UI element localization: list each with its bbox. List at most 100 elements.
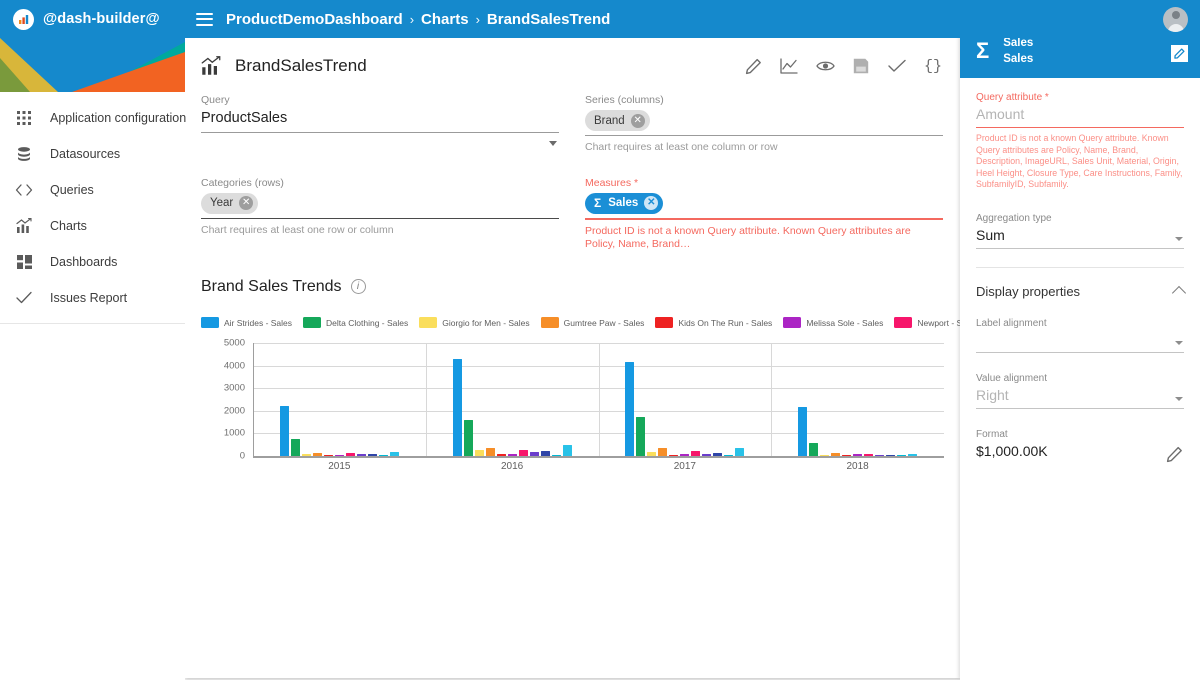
chevron-down-icon[interactable] xyxy=(1175,341,1183,346)
legend-item[interactable]: Giorgio for Men - Sales xyxy=(419,317,530,329)
breadcrumb-item-charts[interactable]: Charts xyxy=(421,11,469,28)
chip-label: Brand xyxy=(594,114,625,127)
legend-swatch xyxy=(783,317,802,329)
sidebar-item-application-configuration[interactable]: Application configuration xyxy=(0,100,186,136)
bar[interactable] xyxy=(290,438,300,457)
label-alignment-field[interactable]: Label alignment xyxy=(976,318,1184,354)
measure-identity: Σ Sales Sales xyxy=(976,36,1033,66)
dashboard-tiles-icon xyxy=(14,252,34,272)
bar-chart-icon xyxy=(201,55,223,77)
value-alignment-label: Value alignment xyxy=(976,373,1047,385)
y-axis-tick-label: 4000 xyxy=(223,360,245,372)
chevron-down-icon[interactable] xyxy=(549,140,557,146)
line-chart-icon[interactable] xyxy=(778,55,800,77)
series-chips: Brand ✕ xyxy=(585,110,943,135)
measures-underline xyxy=(585,217,943,220)
bar[interactable] xyxy=(463,420,473,457)
chip-remove-icon[interactable]: ✕ xyxy=(239,196,254,211)
legend-label: Kids On The Run - Sales xyxy=(678,317,773,328)
chart-bars xyxy=(253,343,944,457)
breadcrumb-item-current: BrandSalesTrend xyxy=(486,10,611,28)
sidebar-item-datasources[interactable]: Datasources xyxy=(0,136,185,172)
bar[interactable] xyxy=(809,442,819,457)
chip-remove-icon[interactable]: ✕ xyxy=(644,196,659,211)
sidebar-item-label: Dashboards xyxy=(50,255,118,269)
legend-item[interactable]: Air Strides - Sales xyxy=(201,317,292,329)
chip-remove-icon[interactable]: ✕ xyxy=(630,113,645,128)
series-field[interactable]: Series (columns) Brand ✕ Chart requires … xyxy=(585,94,943,155)
chip-brand[interactable]: Brand ✕ xyxy=(585,110,650,131)
legend-item[interactable]: Delta Clothing - Sales xyxy=(303,317,408,329)
chevron-down-icon[interactable] xyxy=(1175,397,1183,402)
edit-pencil-icon[interactable] xyxy=(1166,446,1184,464)
chip-sales-measure[interactable]: Σ Sales ✕ xyxy=(585,192,664,214)
y-axis-tick-label: 0 xyxy=(239,450,245,462)
categories-field[interactable]: Categories (rows) Year ✕ Chart requires … xyxy=(201,177,559,252)
legend-item[interactable]: Melissa Sole - Sales xyxy=(783,317,883,329)
sidebar-item-dashboards[interactable]: Dashboards xyxy=(0,244,185,280)
info-circle-icon[interactable]: i xyxy=(350,279,366,295)
check-icon[interactable] xyxy=(886,55,908,77)
properties-panel-body: Query attribute * Amount Product ID is n… xyxy=(960,78,1200,464)
format-field[interactable]: Format $1,000.00K xyxy=(976,429,1184,464)
breadcrumb-item-dashboard[interactable]: ProductDemoDashboard xyxy=(226,11,403,28)
sidebar-item-issues-report[interactable]: Issues Report xyxy=(0,280,185,316)
bar-group xyxy=(253,343,426,457)
bar[interactable] xyxy=(798,406,808,457)
categories-label: Categories (rows) xyxy=(201,176,284,189)
database-icon xyxy=(14,144,34,164)
chevron-down-icon[interactable] xyxy=(1175,237,1183,242)
brand-zone[interactable]: @dash-builder@ xyxy=(0,0,185,38)
measure-name-secondary: Sales xyxy=(1003,52,1034,65)
aggregation-type-underline xyxy=(976,248,1184,250)
y-axis-tick-label: 2000 xyxy=(223,405,245,417)
json-braces-icon[interactable]: {} xyxy=(922,55,944,77)
label-alignment-value xyxy=(976,332,1184,352)
display-properties-section[interactable]: Display properties xyxy=(976,268,1187,314)
bar-group xyxy=(426,343,599,457)
chart-title: Brand Sales Trends xyxy=(201,277,342,295)
chip-label: Sales xyxy=(608,197,639,210)
sidebar-item-label: Charts xyxy=(50,219,87,233)
chart-config-form: Query ProductSales Series (columns) Bran… xyxy=(185,94,960,252)
hamburger-menu-icon[interactable] xyxy=(196,12,213,26)
aggregation-type-label: Aggregation type xyxy=(976,213,1052,225)
bar[interactable] xyxy=(636,417,646,457)
measures-field[interactable]: Measures * Σ Sales ✕ Product ID is not a… xyxy=(585,177,943,252)
legend-swatch xyxy=(655,317,674,329)
measure-names: Sales Sales xyxy=(1003,36,1033,66)
breadcrumb: ProductDemoDashboard › Charts › BrandSal… xyxy=(226,11,610,28)
series-hint: Chart requires at least one column or ro… xyxy=(585,141,778,153)
eye-preview-icon[interactable] xyxy=(814,55,836,77)
bar[interactable] xyxy=(625,362,635,457)
save-disk-icon[interactable] xyxy=(850,55,872,77)
query-attribute-error: Product ID is not a known Query attribut… xyxy=(976,133,1183,190)
sidebar-item-queries[interactable]: Queries xyxy=(0,172,185,208)
query-label: Query xyxy=(201,94,230,106)
chevron-up-icon[interactable] xyxy=(1171,285,1187,300)
query-attribute-field[interactable]: Query attribute * Amount Product ID is n… xyxy=(976,92,1184,191)
bar-group xyxy=(771,343,944,457)
y-axis-tick-label: 5000 xyxy=(223,337,245,349)
legend-item[interactable]: Gumtree Paw - Sales xyxy=(540,317,644,329)
aggregation-type-field[interactable]: Aggregation type Sum xyxy=(976,213,1184,250)
chart-title-row: Brand Sales Trends i xyxy=(201,278,944,296)
display-properties-label: Display properties xyxy=(976,283,1081,299)
sidebar-menu: Application configuration Datasources Qu… xyxy=(0,92,186,324)
chart-legend: Air Strides - Sales Delta Clothing - Sale… xyxy=(201,316,1124,329)
chip-year[interactable]: Year ✕ xyxy=(201,192,259,214)
legend-swatch xyxy=(540,317,559,329)
edit-square-icon[interactable] xyxy=(1171,45,1188,62)
measures-chips: Σ Sales ✕ xyxy=(585,192,943,218)
bar[interactable] xyxy=(452,359,462,457)
sidebar-item-charts[interactable]: Charts xyxy=(0,208,185,244)
value-alignment-field[interactable]: Value alignment Right xyxy=(976,373,1184,410)
value-alignment-underline xyxy=(976,408,1184,410)
user-avatar-icon[interactable] xyxy=(1163,6,1188,32)
breadcrumb-separator: › xyxy=(475,11,480,27)
edit-pencil-icon[interactable] xyxy=(742,55,764,77)
query-field[interactable]: Query ProductSales xyxy=(201,94,559,155)
bar[interactable] xyxy=(279,405,289,457)
legend-item[interactable]: Kids On The Run - Sales xyxy=(655,317,773,329)
breadcrumb-zone: ProductDemoDashboard › Charts › BrandSal… xyxy=(185,0,1163,38)
